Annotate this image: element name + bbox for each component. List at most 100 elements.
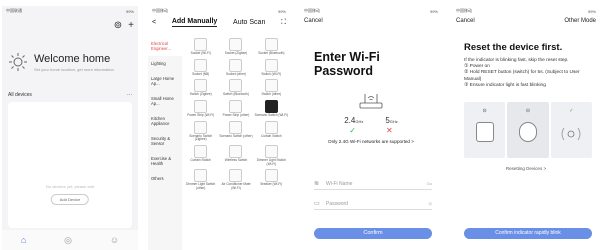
category-item[interactable]: Others bbox=[148, 171, 182, 186]
check-icon: ✓ bbox=[569, 108, 574, 114]
device-tile[interactable]: Switch (Bluetooth) bbox=[219, 79, 252, 97]
device-tile[interactable]: Switch (Wi-Fi) bbox=[255, 58, 288, 77]
device-tile[interactable]: Socket (Wi-Fi) bbox=[184, 38, 217, 56]
device-grid: Socket (Wi-Fi) Socket (Zigbee) Socket (B… bbox=[184, 38, 288, 191]
confirm-button[interactable]: Confirm bbox=[314, 228, 432, 239]
freq-5g-label: 5GHz bbox=[385, 116, 398, 125]
hand-press-icon bbox=[518, 122, 537, 142]
carrier-label: 中国移动 bbox=[456, 8, 472, 13]
device-thumbnail bbox=[194, 145, 208, 159]
device-thumbnail bbox=[194, 58, 208, 72]
wifi-icon: ≋ bbox=[314, 181, 320, 187]
confirm-blink-button[interactable]: Confirm indicator rapidly blink bbox=[464, 228, 592, 239]
device-tile[interactable]: Power Strip (other) bbox=[219, 100, 252, 118]
device-thumbnail bbox=[264, 38, 278, 51]
cross-icon: ✕ bbox=[386, 126, 393, 135]
reset-device-screen: 中国移动 99% Cancel Other Mode Reset the dev… bbox=[452, 6, 600, 250]
device-label: Scenario Switch (Zigbee) bbox=[189, 133, 213, 142]
scan-icon[interactable]: ⊚ bbox=[114, 20, 122, 31]
supported-note-link[interactable]: Only 2.4G Wi-Fi networks are supported > bbox=[300, 139, 442, 144]
welcome-subtitle[interactable]: Set your home location, get more informa… bbox=[34, 67, 114, 72]
carrier-label: 中国联通 bbox=[6, 8, 22, 13]
device-label: Socket (Bluetooth) bbox=[258, 51, 285, 55]
device-label: Power Strip (Wi-Fi) bbox=[187, 113, 215, 118]
wifi-name-field[interactable]: ≋ Wi-Fi Name Go bbox=[314, 178, 432, 190]
device-thumbnail bbox=[194, 38, 208, 51]
device-tile[interactable]: Dimmer Light Switch (other) bbox=[184, 169, 217, 190]
step-blink-panel: ✓ bbox=[550, 102, 592, 158]
reset-instructions: If the indicator is blinking fast, skip … bbox=[464, 58, 580, 88]
home-tab-icon[interactable]: ⌂ bbox=[21, 235, 26, 245]
device-tile[interactable]: Socket (Bluetooth) bbox=[255, 38, 288, 56]
more-icon[interactable]: ··· bbox=[127, 92, 132, 98]
other-mode-button[interactable]: Other Mode bbox=[564, 18, 596, 24]
device-tile[interactable]: Breaker (Wi-Fi) bbox=[255, 169, 288, 190]
carrier-label: 中国移动 bbox=[304, 8, 320, 13]
no-devices-text: No devices yet, please add bbox=[45, 184, 95, 189]
carrier-label: 中国移动 bbox=[152, 8, 168, 13]
cancel-button[interactable]: Cancel bbox=[456, 18, 475, 24]
scan-icon[interactable]: ⛶ bbox=[281, 19, 286, 27]
category-item[interactable]: Small Home Ap... bbox=[148, 91, 182, 111]
category-item[interactable]: Lighting bbox=[148, 56, 182, 71]
device-tile[interactable]: Socket (other) bbox=[219, 58, 252, 77]
switch-network-link[interactable]: Go bbox=[427, 181, 432, 186]
device-thumbnail bbox=[229, 100, 243, 114]
category-item[interactable]: Security & Sensor bbox=[148, 131, 182, 151]
device-tile[interactable]: Socket (NB) bbox=[184, 58, 217, 77]
scene-tab-icon[interactable]: ◎ bbox=[64, 235, 72, 246]
devices-card: No devices yet, please add Add Device bbox=[8, 102, 132, 228]
password-field[interactable]: ▭ Password ◎ bbox=[314, 198, 432, 210]
indicator-icon: ⊙ bbox=[525, 108, 531, 114]
device-tile[interactable]: Dimmer Light Switch (Wi-Fi) bbox=[255, 145, 288, 166]
device-tile[interactable]: Switch (Zigbee) bbox=[184, 79, 217, 97]
device-thumbnail bbox=[194, 169, 208, 183]
reset-illustration: ⊙ ⊙ ✓ bbox=[464, 102, 592, 158]
device-tile[interactable]: Power Strip (Wi-Fi) bbox=[184, 100, 217, 118]
back-button[interactable]: < bbox=[152, 19, 156, 26]
check-icon: ✓ bbox=[349, 126, 356, 135]
device-tile[interactable]: Wireless Switch bbox=[219, 145, 252, 166]
tab-auto-scan[interactable]: Auto Scan bbox=[233, 19, 265, 26]
device-thumbnail bbox=[264, 100, 278, 114]
category-item[interactable]: Large Home Ap... bbox=[148, 71, 182, 91]
resetting-devices-link[interactable]: Resetting Devices > bbox=[452, 166, 600, 171]
category-item[interactable]: Exercise & Health bbox=[148, 151, 182, 171]
device-tile[interactable]: Switch (other) bbox=[255, 79, 288, 97]
device-thumbnail bbox=[194, 100, 208, 114]
device-label: Scenario Switch (Wi-Fi) bbox=[254, 113, 288, 118]
category-item[interactable]: Kitchen Appliance bbox=[148, 111, 182, 131]
welcome-title: Welcome home bbox=[34, 52, 111, 65]
tab-add-manually[interactable]: Add Manually bbox=[171, 18, 218, 27]
blink-signal-icon bbox=[561, 127, 581, 141]
status-bar: 中国移动 99% bbox=[452, 6, 600, 16]
add-device-screen: 中国移动 99% < Add Manually Auto Scan ⛶ Elec… bbox=[148, 6, 290, 250]
profile-tab-icon[interactable]: ☺ bbox=[110, 235, 119, 245]
battery-label: 99% bbox=[125, 8, 134, 14]
device-tile[interactable]: Scenario Switch (other) bbox=[219, 120, 253, 142]
password-placeholder: Password bbox=[326, 200, 348, 207]
device-label: Curtain Switch bbox=[190, 158, 211, 163]
cancel-button[interactable]: Cancel bbox=[304, 18, 323, 24]
device-tile[interactable]: Curtain Switch bbox=[255, 120, 288, 142]
device-thumbnail bbox=[229, 58, 243, 72]
device-thumbnail bbox=[264, 58, 278, 72]
device-tile[interactable]: Curtain Switch bbox=[184, 145, 217, 166]
device-tile[interactable]: Air Conditioner Mate (Wi-Fi) bbox=[219, 169, 252, 190]
all-devices-label[interactable]: All devices bbox=[8, 92, 32, 98]
step-power-panel: ⊙ bbox=[464, 102, 506, 158]
device-label: Socket (Wi-Fi) bbox=[190, 51, 211, 55]
device-thumbnail bbox=[194, 79, 208, 93]
device-label: Switch (Zigbee) bbox=[189, 92, 212, 97]
device-icon bbox=[475, 122, 494, 142]
device-tile[interactable]: Socket (Zigbee) bbox=[219, 38, 252, 56]
device-tile[interactable]: Scenario Switch (Zigbee) bbox=[184, 120, 217, 142]
device-tile[interactable]: Scenario Switch (Wi-Fi) bbox=[255, 100, 288, 118]
add-device-button[interactable]: Add Device bbox=[50, 194, 90, 205]
page-title: Enter Wi-Fi Password bbox=[314, 50, 380, 79]
home-screen: 中国联通 99% ⊚ + Welcome home Set your home … bbox=[2, 6, 138, 250]
category-item[interactable]: Electrical Engineer... bbox=[148, 36, 182, 57]
eye-icon[interactable]: ◎ bbox=[429, 201, 433, 206]
add-icon[interactable]: + bbox=[128, 20, 134, 31]
wifi-password-screen: 中国移动 99% Cancel Enter Wi-Fi Password 2.4… bbox=[300, 6, 442, 250]
